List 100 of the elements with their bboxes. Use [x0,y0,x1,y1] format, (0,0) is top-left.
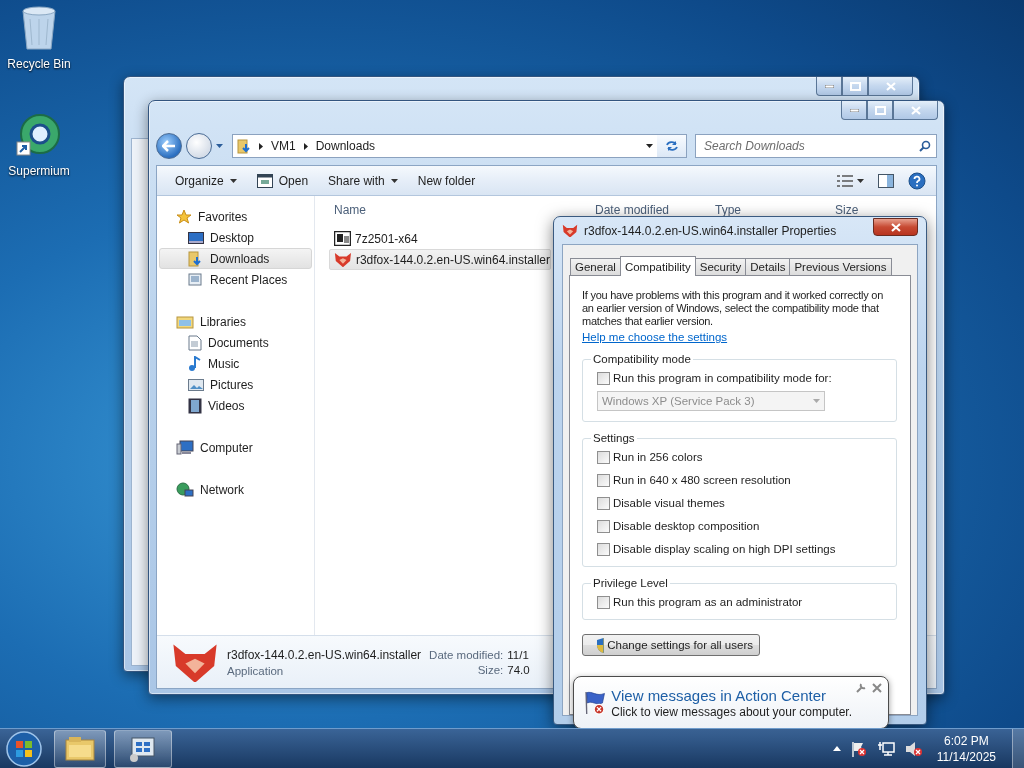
tab[interactable]: Security [694,258,747,276]
caret-icon [216,144,223,148]
column-header[interactable]: Type [710,202,830,217]
column-header[interactable]: Name [329,202,590,217]
options-button[interactable] [856,683,866,693]
column-header[interactable]: Size [830,202,936,217]
help-link[interactable]: Help me choose the settings [582,331,728,343]
file-type: Application [227,664,285,677]
address-bar[interactable]: VM1 Downloads [232,134,658,158]
folder-icon [188,250,204,267]
intro-text: If you have problems with this program and it worked correctly on an earlier version of Windows, select the compatibility mode that matches that earlier version. [582,289,885,328]
nav-item[interactable]: Videos [159,395,312,416]
forward-button[interactable] [186,133,212,159]
minimize-icon [824,84,834,88]
music-note-icon [188,355,202,372]
minimize-icon [849,108,859,112]
archive-icon [334,231,351,246]
nav-item[interactable]: Documents [159,332,312,353]
tab[interactable]: Previous Versions [789,258,892,276]
tab[interactable]: General [570,258,621,276]
close-button[interactable] [868,77,913,96]
recent-places-icon [188,271,204,288]
globe-network-icon [176,481,194,498]
tab[interactable]: Compatibility [619,256,696,276]
nav-item[interactable]: Computer [159,437,312,458]
picture-icon [188,377,204,392]
back-arrow-icon [162,140,176,152]
checkbox[interactable]: Run this program in compatibility mode for: [597,371,886,385]
checkbox[interactable]: Run in 640 x 480 screen resolution [597,473,886,487]
checkbox[interactable]: Run in 256 colors [597,450,886,464]
taskbar-app-button[interactable] [114,729,172,768]
file-name: r3dfox-144.0.2.en-US.win64.installer [227,647,422,662]
file-item[interactable]: r3dfox-144.0.2.en-US.win64.installer [329,249,551,270]
show-hidden-icons-button[interactable] [830,746,843,751]
size-value: 74.0 [507,663,530,676]
nav-item[interactable]: Downloads [159,248,312,269]
checkbox[interactable]: Disable display scaling on high DPI settings [597,542,886,556]
maximize-icon [874,105,886,115]
toolbar-button[interactable]: Organize [167,168,245,193]
library-icon [176,313,194,330]
close-icon [890,222,901,232]
back-button[interactable] [156,133,182,159]
globe-shortcut-icon [16,112,62,158]
desktop-icon [188,230,204,245]
nav-item[interactable]: Libraries [159,311,312,332]
desktop-icon-label[interactable]: Supermium [8,164,70,178]
desktop-icon-label[interactable]: Recycle Bin [7,57,71,71]
balloon-text: Click to view messages about your computer. [611,704,852,719]
preview-pane-icon [878,173,894,188]
caret-icon [646,144,653,148]
minimize-button[interactable] [816,77,842,96]
close-icon [885,81,896,91]
help-icon [908,171,926,190]
nav-item[interactable]: Music [159,353,312,374]
toolbar-button[interactable]: Share with [320,168,406,193]
breadcrumb-item[interactable]: Downloads [313,139,378,153]
star-icon [176,208,192,225]
nav-item[interactable]: Favorites [159,206,312,227]
nav-item[interactable]: Recent Places [159,269,312,290]
group-title: Privilege Level [592,577,669,589]
show-desktop-button[interactable] [1012,729,1024,768]
minimize-button[interactable] [841,101,867,120]
document-icon [188,334,202,351]
nav-item[interactable]: Network [159,479,312,500]
close-button[interactable] [873,218,918,236]
change-settings-button[interactable]: Change settings for all users [582,634,760,656]
refresh-arrows-icon [664,140,679,152]
control-panel-icon [128,735,158,762]
close-icon [910,105,921,115]
toolbar-button[interactable]: New folder [409,168,484,193]
folder-icon [237,138,253,154]
balloon-title: View messages in Action Center [611,686,828,704]
column-header[interactable]: Date modified [590,202,710,217]
fox-icon [562,223,578,238]
toolbar-button[interactable]: Open [248,168,317,193]
checkbox[interactable]: Run this program as an administrator [597,595,886,609]
taskbar-explorer-button[interactable] [54,729,106,768]
folder-icon [65,735,95,762]
checkbox[interactable]: Disable desktop composition [597,519,886,533]
checkbox[interactable]: Disable visual themes [597,496,886,510]
up-arrow-icon [832,746,841,751]
recycle-bin-icon [20,5,58,51]
refresh-button[interactable] [657,134,687,158]
breadcrumb-item[interactable]: VM1 [269,139,298,153]
dialog-title: r3dfox-144.0.2.en-US.win64.installer Properties [584,223,837,238]
film-icon [188,397,202,414]
nav-item[interactable]: Desktop [159,227,312,248]
close-button[interactable] [893,101,938,120]
caret-icon [813,399,820,403]
notification-balloon[interactable]: View messages in Action Center Click to view messages about your computer. [573,676,889,729]
maximize-button[interactable] [867,101,893,120]
maximize-button[interactable] [842,77,868,96]
file-item[interactable]: 7z2501-x64 [329,228,551,249]
search-icon [919,140,931,152]
fox-icon [171,641,219,683]
clock[interactable]: 6:02 PM 11/14/2025 [930,733,1002,764]
chevron-icon [303,142,308,150]
nav-item[interactable]: Pictures [159,374,312,395]
tab[interactable]: Details [745,258,791,276]
search-field[interactable]: Search Downloads [695,134,937,158]
